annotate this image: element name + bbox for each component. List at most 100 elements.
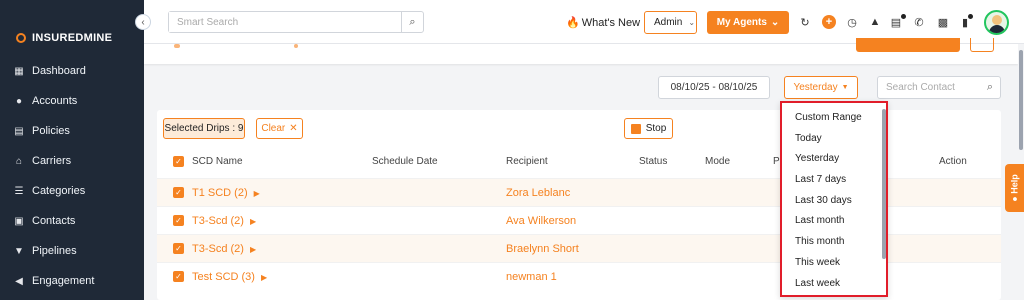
whats-new-link[interactable]: 🔥 What's New	[566, 16, 640, 30]
sidebar-item-carriers[interactable]: ⌂ Carriers	[0, 146, 144, 176]
flame-icon: 🔥	[566, 17, 580, 29]
bell-icon[interactable]: ▲	[868, 15, 882, 29]
search-icon[interactable]: ⌕	[401, 12, 423, 32]
categories-icon: ☰	[14, 185, 24, 197]
recipient-link[interactable]: newman 1	[506, 271, 557, 283]
selected-drips-badge: Selected Drips : 9	[163, 118, 245, 139]
brand-name: INSUREDMINE	[32, 32, 113, 44]
notification-dot	[901, 14, 906, 19]
add-icon[interactable]: +	[822, 15, 836, 29]
sidebar-nav: ▦ Dashboard ● Accounts ▤ Policies ⌂ Carriers…	[0, 56, 144, 296]
faded-heading	[294, 44, 298, 48]
row-checkbox[interactable]: ✓	[173, 215, 184, 226]
period-option-last-month[interactable]: Last month	[795, 215, 844, 226]
period-option-last-week[interactable]: Last week	[795, 278, 840, 289]
clear-button[interactable]: Clear ✕	[256, 118, 303, 139]
smart-search-input[interactable]	[169, 12, 401, 32]
sidebar-item-label: Contacts	[32, 215, 76, 227]
sidebar-item-accounts[interactable]: ● Accounts	[0, 86, 144, 116]
stop-icon	[630, 123, 641, 134]
scd-name-link[interactable]: T3-Scd (2) ▶	[192, 243, 256, 255]
help-icon: ●	[1009, 193, 1020, 202]
role-value: Admin	[654, 17, 683, 28]
avatar[interactable]	[984, 10, 1009, 35]
sidebar-item-label: Dashboard	[32, 65, 86, 77]
ai-chip-icon[interactable]: ▩	[936, 15, 950, 29]
period-option-this-week[interactable]: This week	[795, 257, 840, 268]
caret-right-icon: ▶	[260, 273, 268, 282]
contact-search-placeholder: Search Contact	[886, 82, 955, 93]
date-range-value: 08/10/25 - 08/10/25	[670, 82, 758, 93]
sidebar: INSUREDMINE ▦ Dashboard ● Accounts ▤ Polici…	[0, 0, 144, 300]
period-option-today[interactable]: Today	[795, 133, 822, 144]
row-checkbox[interactable]: ✓	[173, 187, 184, 198]
sidebar-item-label: Engagement	[32, 275, 95, 287]
chevron-down-icon: ⌄	[688, 18, 696, 27]
brand-logo[interactable]: INSUREDMINE	[0, 0, 144, 50]
avatar-body	[989, 25, 1005, 33]
column-header[interactable]: Action	[939, 156, 967, 167]
select-all-checkbox[interactable]: ✓	[173, 156, 184, 167]
sidebar-item-engagement[interactable]: ◀ Engagement	[0, 266, 144, 296]
scd-name: Test SCD (3)	[192, 271, 255, 283]
avatar-face	[992, 15, 1002, 25]
chevron-down-icon: ⌄	[770, 17, 780, 28]
period-dropdown-menu: Custom Range Today Yesterday Last 7 days…	[780, 101, 888, 297]
clear-label: Clear	[261, 123, 286, 134]
period-option-this-month[interactable]: This month	[795, 236, 844, 247]
row-checkbox[interactable]: ✓	[173, 271, 184, 282]
role-select[interactable]: Admin ⌄	[644, 11, 697, 34]
carriers-icon: ⌂	[15, 155, 23, 167]
clock-icon[interactable]: ◷	[845, 15, 859, 29]
sidebar-item-label: Policies	[32, 125, 70, 137]
period-select[interactable]: Yesterday ▼	[784, 76, 858, 99]
scd-name: T1 SCD (2)	[192, 187, 248, 199]
row-checkbox[interactable]: ✓	[173, 243, 184, 254]
period-option-last-7-days[interactable]: Last 7 days	[795, 174, 846, 185]
scd-name-link[interactable]: T3-Scd (2) ▶	[192, 215, 256, 227]
primary-action-button[interactable]	[856, 38, 960, 52]
column-header[interactable]: Status	[639, 156, 667, 167]
sidebar-item-label: Carriers	[32, 155, 72, 167]
refresh-icon[interactable]: ↻	[798, 15, 812, 29]
sidebar-collapse-button[interactable]: ‹	[135, 14, 151, 30]
period-option-custom-range[interactable]: Custom Range	[795, 112, 862, 123]
column-header[interactable]: Mode	[705, 156, 730, 167]
engagement-icon: ◀	[15, 275, 23, 287]
sidebar-item-dashboard[interactable]: ▦ Dashboard	[0, 56, 144, 86]
scd-name: T3-Scd (2)	[192, 243, 244, 255]
sidebar-item-policies[interactable]: ▤ Policies	[0, 116, 144, 146]
stop-button[interactable]: Stop	[624, 118, 673, 139]
my-agents-label: My Agents	[716, 17, 767, 28]
contact-search-input[interactable]: Search Contact ⌕	[877, 76, 1001, 99]
sidebar-item-contacts[interactable]: ▣ Contacts	[0, 206, 144, 236]
period-option-last-30-days[interactable]: Last 30 days	[795, 195, 852, 206]
contacts-icon: ▣	[14, 215, 24, 227]
dropdown-scrollbar[interactable]	[882, 109, 886, 259]
page-scrollbar-thumb[interactable]	[1019, 50, 1023, 150]
period-value: Yesterday	[793, 82, 838, 93]
help-label: ● Help	[1010, 174, 1020, 201]
secondary-action-button[interactable]	[970, 38, 994, 52]
stop-label: Stop	[645, 123, 667, 134]
scd-name-link[interactable]: Test SCD (3) ▶	[192, 271, 267, 283]
search-icon[interactable]: ⌕	[987, 81, 993, 94]
period-option-yesterday[interactable]: Yesterday	[795, 153, 839, 164]
help-tab[interactable]: ● Help	[1005, 164, 1024, 212]
sidebar-item-pipelines[interactable]: ▼ Pipelines	[0, 236, 144, 266]
help-text: Help	[1009, 174, 1020, 194]
date-range-picker[interactable]: 08/10/25 - 08/10/25	[658, 76, 770, 99]
column-header[interactable]: SCD Name	[192, 156, 243, 167]
recipient-link[interactable]: Braelynn Short	[506, 243, 579, 255]
my-agents-button[interactable]: My Agents ⌄	[707, 11, 789, 34]
accounts-icon: ●	[15, 95, 23, 107]
scd-name-link[interactable]: T1 SCD (2) ▶	[192, 187, 260, 199]
phone-icon[interactable]: ✆	[912, 15, 926, 29]
recipient-link[interactable]: Zora Leblanc	[506, 187, 570, 199]
sidebar-item-categories[interactable]: ☰ Categories	[0, 176, 144, 206]
policies-icon: ▤	[14, 125, 24, 137]
recipient-link[interactable]: Ava Wilkerson	[506, 215, 576, 227]
column-header[interactable]: Recipient	[506, 156, 548, 167]
pipelines-icon: ▼	[14, 245, 24, 257]
column-header[interactable]: Schedule Date	[372, 156, 438, 167]
